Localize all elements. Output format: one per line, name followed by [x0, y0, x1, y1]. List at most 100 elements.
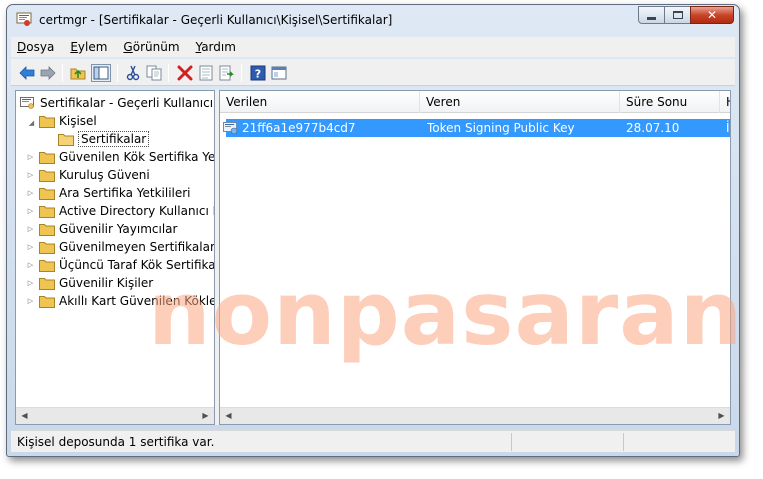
tree-item[interactable]: Güvenilir Kişiler [39, 274, 153, 292]
folder-icon [39, 187, 55, 200]
menu-yardim[interactable]: Yardım [196, 40, 236, 54]
tree-item[interactable]: Ara Sertifika Yetkilileri [39, 184, 191, 202]
column-header-verilen[interactable]: Verilen [220, 91, 420, 113]
menu-gorunum-accel: G [123, 40, 133, 54]
expand-triangle-icon[interactable]: ▷ [26, 297, 35, 306]
tree-item[interactable]: Güvenilmeyen Sertifikalar [39, 238, 215, 256]
menu-dosya-label: osya [26, 40, 55, 54]
folder-icon [39, 295, 55, 308]
copy-icon[interactable] [146, 65, 162, 81]
tree-item[interactable]: Güvenilen Kök Sertifika Yetkil [39, 148, 215, 166]
tree-item[interactable]: Akıllı Kart Güvenilen Kökleri [39, 292, 215, 310]
menu-dosya[interactable]: Dosya [17, 40, 54, 54]
export-icon[interactable] [219, 65, 235, 81]
certificate-store-icon [20, 96, 34, 109]
scroll-left-icon[interactable]: ◀ [220, 408, 237, 424]
cell-expires: 28.07.10 [626, 121, 680, 135]
tree-item[interactable]: Güvenilir Yayımcılar [39, 220, 177, 238]
tree-item-label: Güvenilmeyen Sertifikalar [59, 240, 215, 254]
open-folder-icon [58, 133, 74, 146]
folder-icon [39, 259, 55, 272]
minimize-icon [647, 16, 656, 20]
maximize-button[interactable] [664, 6, 691, 24]
menu-dosya-accel: D [17, 40, 27, 54]
up-folder-icon[interactable] [70, 65, 86, 81]
list-header: Verilen Veren Süre Sonu H [220, 91, 730, 113]
expand-triangle-icon[interactable]: ▷ [26, 243, 35, 252]
cut-icon[interactable] [125, 65, 141, 81]
tree-item-label: Kuruluş Güveni [59, 168, 150, 182]
scroll-left-icon[interactable]: ◀ [16, 408, 33, 424]
expand-triangle-icon[interactable]: ▷ [26, 153, 35, 162]
tree-item-label: Güvenilir Kişiler [59, 276, 154, 290]
svg-text:?: ? [255, 68, 261, 81]
tree-item-label: Güvenilen Kök Sertifika Yetkil [59, 150, 215, 164]
folder-icon [39, 241, 55, 254]
back-arrow-icon[interactable] [19, 65, 35, 81]
tree-horizontal-scrollbar[interactable]: ◀ ▶ [16, 407, 214, 424]
tree-item-kisisel[interactable]: Kişisel [39, 112, 97, 130]
tree-item-label: Active Directory Kullanıcı Nes [59, 204, 214, 218]
certmgr-window: certmgr - [Sertifikalar - Geçerli Kullan… [6, 4, 740, 457]
console-tree[interactable]: Sertifikalar - Geçerli Kullanıcı ◢ Kişis… [15, 90, 215, 425]
toolbar-separator [62, 64, 63, 82]
column-header-veren[interactable]: Veren [420, 91, 620, 113]
forward-arrow-icon[interactable] [40, 65, 56, 81]
list-horizontal-scrollbar[interactable]: ◀ ▶ [220, 407, 730, 424]
column-header-sure-sonu[interactable]: Süre Sonu [620, 91, 720, 113]
folder-icon [39, 223, 55, 236]
status-separator [623, 433, 624, 451]
toolbar: ? [11, 59, 735, 86]
delete-icon[interactable] [177, 65, 193, 81]
tree-item-sertifikalar[interactable]: Sertifikalar [58, 130, 150, 148]
table-row[interactable]: 21ff6a1e977b4cd7 Token Signing Public Ke… [223, 119, 730, 137]
status-separator [511, 433, 512, 451]
menu-bar: Dosya Eylem Görünüm Yardım [11, 37, 735, 57]
collapse-triangle-icon[interactable]: ◢ [27, 119, 36, 128]
scroll-right-icon[interactable]: ▶ [197, 408, 214, 424]
folder-icon [39, 115, 55, 128]
close-icon: ✕ [706, 8, 718, 22]
scroll-right-icon[interactable]: ▶ [713, 408, 730, 424]
folder-icon [39, 151, 55, 164]
tree-item[interactable]: Kuruluş Güveni [39, 166, 150, 184]
menu-eylem-accel: E [70, 40, 78, 54]
maximize-icon [672, 11, 683, 19]
menu-eylem[interactable]: Eylem [70, 40, 107, 54]
title-bar[interactable]: certmgr - [Sertifikalar - Geçerli Kullan… [7, 5, 739, 35]
console-icon[interactable] [271, 65, 287, 81]
tree-item[interactable]: Üçüncü Taraf Kök Sertifika Ye [39, 256, 215, 274]
certmgr-app-icon [16, 12, 32, 26]
expand-triangle-icon[interactable]: ▷ [26, 189, 35, 198]
certificate-icon [223, 122, 238, 135]
tree-root-item[interactable]: Sertifikalar - Geçerli Kullanıcı [20, 94, 213, 112]
minimize-button[interactable] [638, 6, 665, 24]
expand-triangle-icon[interactable]: ▷ [26, 279, 35, 288]
tree-root-label: Sertifikalar - Geçerli Kullanıcı [40, 96, 214, 110]
show-hide-tree-icon[interactable] [91, 64, 111, 82]
expand-triangle-icon[interactable]: ▷ [26, 225, 35, 234]
tree-item-label: Akıllı Kart Güvenilen Kökleri [59, 294, 215, 308]
cell-issued-by: Token Signing Public Key [427, 121, 575, 135]
close-button[interactable]: ✕ [690, 6, 734, 24]
expand-triangle-icon[interactable]: ▷ [26, 207, 35, 216]
cell-issued-to: 21ff6a1e977b4cd7 [242, 121, 356, 135]
tree-item-label: Kişisel [59, 114, 97, 128]
certificate-list[interactable]: Verilen Veren Süre Sonu H 21ff6a1e977b4c… [219, 90, 731, 425]
window-title: certmgr - [Sertifikalar - Geçerli Kullan… [39, 13, 393, 27]
menu-gorunum[interactable]: Görünüm [123, 40, 179, 54]
tree-item-label: Sertifikalar [78, 131, 150, 147]
expand-triangle-icon[interactable]: ▷ [26, 171, 35, 180]
status-bar: Kişisel deposunda 1 sertifika var. [11, 430, 735, 452]
menu-eylem-label: ylem [77, 40, 108, 54]
properties-icon[interactable] [198, 65, 214, 81]
status-text: Kişisel deposunda 1 sertifika var. [17, 435, 215, 449]
column-header-hedef[interactable]: H [720, 91, 730, 113]
tree-item-label: Ara Sertifika Yetkilileri [59, 186, 191, 200]
expand-triangle-icon[interactable]: ▷ [26, 261, 35, 270]
toolbar-separator [117, 64, 118, 82]
tree-item[interactable]: Active Directory Kullanıcı Nes [39, 202, 214, 220]
help-icon[interactable]: ? [250, 65, 266, 81]
folder-icon [39, 169, 55, 182]
tree-item-label: Üçüncü Taraf Kök Sertifika Ye [59, 258, 215, 272]
